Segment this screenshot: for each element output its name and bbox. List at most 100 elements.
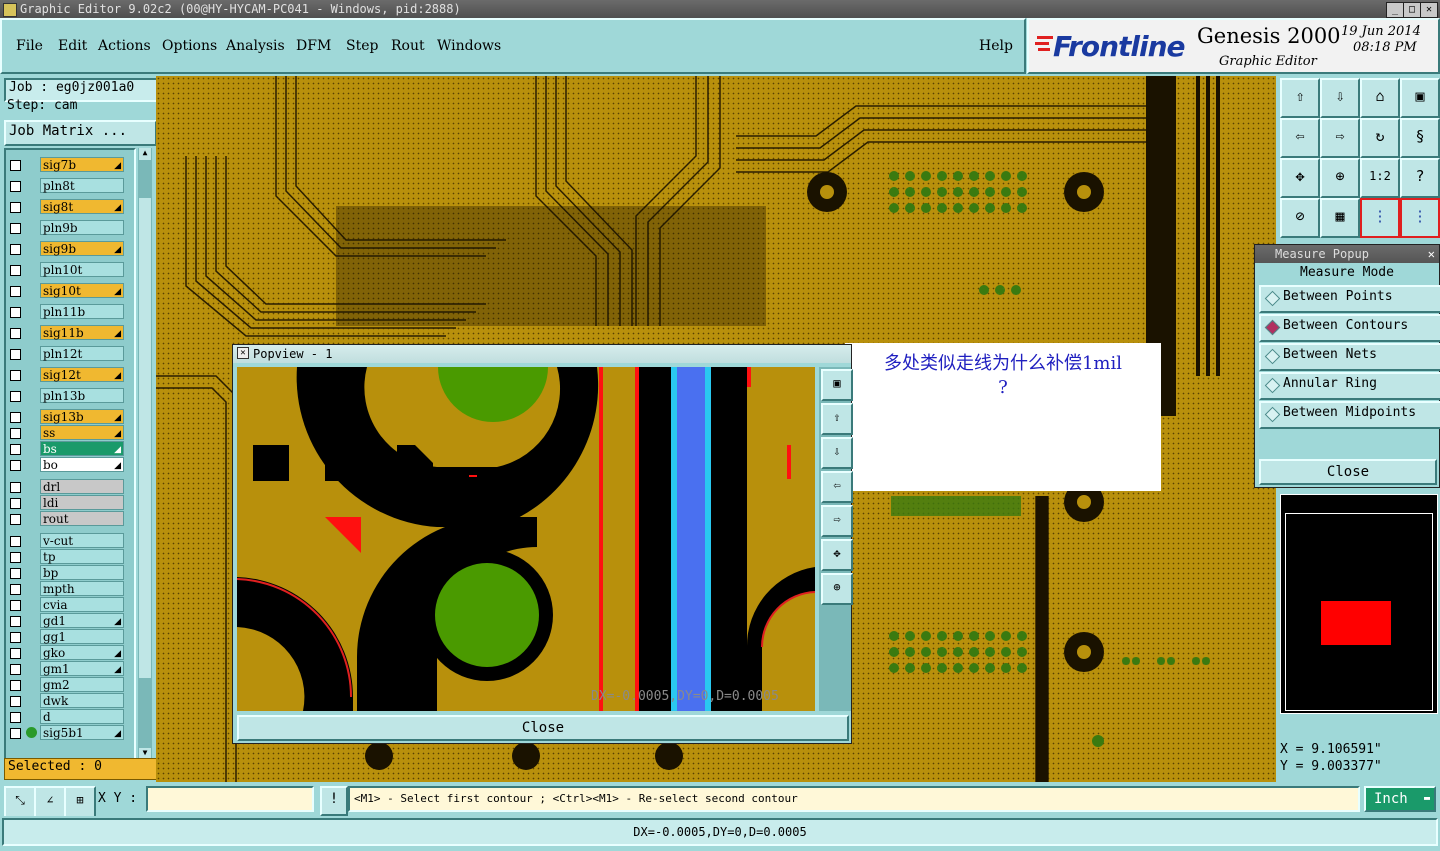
layer-name[interactable]: cvia	[40, 597, 124, 612]
layer-row[interactable]: dwk	[6, 693, 124, 709]
layer-row[interactable]: pln9b	[6, 220, 124, 236]
layer-checkbox[interactable]	[10, 286, 21, 297]
pan-right-icon[interactable]: ⇨	[1320, 118, 1360, 158]
layer-checkbox[interactable]	[10, 568, 21, 579]
layer-row[interactable]: gko ◢	[6, 645, 124, 661]
layer-checkbox[interactable]	[10, 307, 21, 318]
layer-name[interactable]: bs ◢	[40, 441, 124, 456]
minimize-button[interactable]: _	[1386, 2, 1404, 18]
layer-name[interactable]: sig12t ◢	[40, 367, 124, 382]
layer-name[interactable]: pln8t	[40, 178, 124, 193]
layer-row[interactable]: sig9b ◢	[6, 241, 124, 257]
radio-diamond-icon[interactable]	[1264, 406, 1281, 423]
layer-name[interactable]: sig5b1 ◢	[40, 725, 124, 740]
home-view-icon[interactable]: ⌂	[1360, 78, 1400, 118]
layer-name[interactable]: d	[40, 709, 124, 724]
xy-input[interactable]	[146, 786, 314, 812]
popview-fit-icon[interactable]: ✥	[821, 539, 853, 571]
layer-checkbox[interactable]	[10, 265, 21, 276]
layer-checkbox[interactable]	[10, 460, 21, 471]
menu-windows[interactable]: Windows	[437, 38, 501, 54]
layer-checkbox[interactable]	[10, 202, 21, 213]
layer-name[interactable]: gm2	[40, 677, 124, 692]
layer-name[interactable]: pln11b	[40, 304, 124, 319]
layer-checkbox[interactable]	[10, 181, 21, 192]
menu-step[interactable]: Step	[346, 38, 378, 54]
layer-row[interactable]: sig5b1 ◢	[6, 725, 124, 741]
layer-row[interactable]: sig10t ◢	[6, 283, 124, 299]
layer-checkbox[interactable]	[10, 632, 21, 643]
popview-close-icon[interactable]: ✕	[237, 347, 249, 359]
layer-row[interactable]: sig11b ◢	[6, 325, 124, 341]
pan-left-icon[interactable]: ⇦	[1280, 118, 1320, 158]
popview-zoom-window-icon[interactable]: ▣	[821, 369, 853, 401]
layer-name[interactable]: gg1	[40, 629, 124, 644]
radio-diamond-icon[interactable]	[1264, 377, 1281, 394]
layer-row[interactable]: pln12t	[6, 346, 124, 362]
popview-canvas[interactable]: DX=-0.0005,DY=0,D=0.0005	[237, 367, 815, 711]
layer-row[interactable]: bs ◢	[6, 441, 124, 457]
layer-checkbox[interactable]	[10, 498, 21, 509]
layer-row[interactable]: mpth	[6, 581, 124, 597]
layer-row[interactable]: d	[6, 709, 124, 725]
layer-checkbox[interactable]	[10, 482, 21, 493]
alert-icon[interactable]: !	[320, 786, 348, 816]
layer-name[interactable]: bo ◢	[40, 457, 124, 472]
popview-pan-down-icon[interactable]: ⇩	[821, 437, 853, 469]
layer-checkbox[interactable]	[10, 648, 21, 659]
zoom-center-icon[interactable]: ⊕	[1320, 158, 1360, 198]
layer-checkbox[interactable]	[10, 696, 21, 707]
layer-checkbox[interactable]	[10, 514, 21, 525]
layer-checkbox[interactable]	[10, 160, 21, 171]
measure-option[interactable]: Between Nets	[1259, 343, 1440, 371]
layer-row[interactable]: ldi	[6, 495, 124, 511]
layer-row[interactable]: sig13b ◢	[6, 409, 124, 425]
zoom-window-icon[interactable]: ▣	[1400, 78, 1440, 118]
layer-row[interactable]: bp	[6, 565, 124, 581]
net-highlight-icon[interactable]: ⋮	[1360, 198, 1400, 238]
popview-pan-right-icon[interactable]: ⇨	[821, 505, 853, 537]
maximize-button[interactable]: □	[1403, 2, 1421, 18]
layer-row[interactable]: cvia	[6, 597, 124, 613]
layer-name[interactable]: ldi	[40, 495, 124, 510]
layer-row[interactable]: ss ◢	[6, 425, 124, 441]
layer-checkbox[interactable]	[10, 712, 21, 723]
layer-name[interactable]: ss ◢	[40, 425, 124, 440]
measure-tool-icon[interactable]: ⊘	[1280, 198, 1320, 238]
radio-diamond-icon[interactable]	[1264, 319, 1281, 336]
close-icon[interactable]: ✕	[1428, 245, 1435, 263]
scroll-up-arrow-icon[interactable]: ▲	[139, 148, 151, 160]
layer-name[interactable]: sig8t ◢	[40, 199, 124, 214]
layer-row[interactable]: pln13b	[6, 388, 124, 404]
radio-diamond-icon[interactable]	[1264, 290, 1281, 307]
layer-row[interactable]: sig8t ◢	[6, 199, 124, 215]
layer-name[interactable]: sig9b ◢	[40, 241, 124, 256]
layer-name[interactable]: sig11b ◢	[40, 325, 124, 340]
measure-option[interactable]: Annular Ring	[1259, 372, 1440, 400]
zoom-home-icon[interactable]: ⇧	[1280, 78, 1320, 118]
layer-name[interactable]: pln10t	[40, 262, 124, 277]
layer-name[interactable]: gm1 ◢	[40, 661, 124, 676]
layer-checkbox[interactable]	[10, 328, 21, 339]
measure-popup-title-bar[interactable]: Measure Popup ✕	[1255, 245, 1439, 263]
menu-help[interactable]: Help	[979, 38, 1013, 54]
layer-name[interactable]: sig7b ◢	[40, 157, 124, 172]
units-selector[interactable]: Inch ▬	[1364, 786, 1436, 812]
menu-analysis[interactable]: Analysis	[226, 38, 285, 54]
layer-checkbox[interactable]	[10, 664, 21, 675]
layer-row[interactable]: pln11b	[6, 304, 124, 320]
layer-checkbox[interactable]	[10, 536, 21, 547]
layer-checkbox[interactable]	[10, 412, 21, 423]
layer-name[interactable]: mpth	[40, 581, 124, 596]
menu-dfm[interactable]: DFM	[296, 38, 331, 54]
measure-close-button[interactable]: Close	[1259, 459, 1437, 485]
layer-row[interactable]: gd1 ◢	[6, 613, 124, 629]
window-title-bar[interactable]: Graphic Editor 9.02c2 (00@HY-HYCAM-PC041…	[0, 0, 1440, 18]
popview-zoom-center-icon[interactable]: ⊕	[821, 573, 853, 605]
job-matrix-button[interactable]: Job Matrix ...	[4, 120, 157, 146]
layer-row[interactable]: gm1 ◢	[6, 661, 124, 677]
layer-name[interactable]: gko ◢	[40, 645, 124, 660]
redraw-icon[interactable]: ↻	[1360, 118, 1400, 158]
select-mode-icon[interactable]: ⤡	[4, 786, 36, 818]
popview-pan-up-icon[interactable]: ⇧	[821, 403, 853, 435]
